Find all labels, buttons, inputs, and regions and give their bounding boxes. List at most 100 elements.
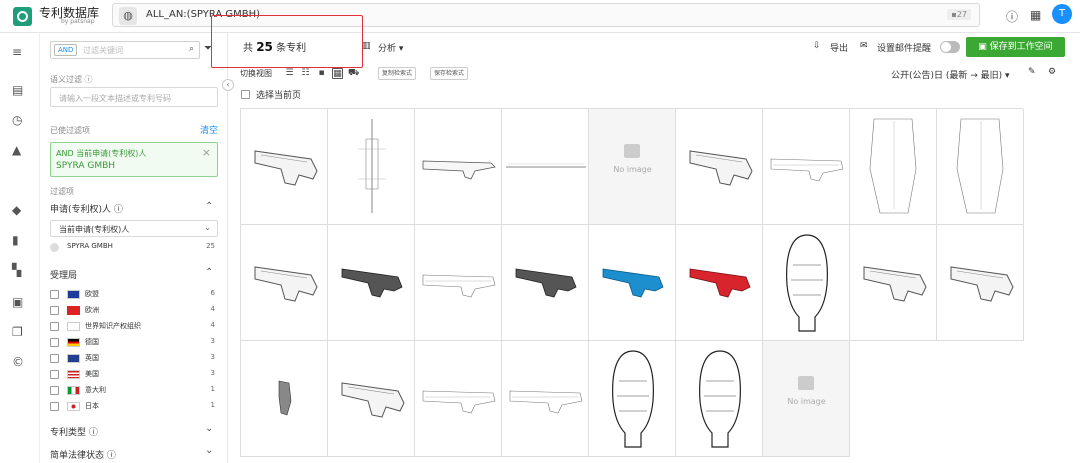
- list-item[interactable]: 意大利 1: [50, 384, 218, 398]
- patent-thumbnail[interactable]: [589, 341, 676, 457]
- checkbox[interactable]: [50, 354, 59, 363]
- save-query-button[interactable]: 保存检索式: [430, 67, 469, 80]
- search-icon[interactable]: ⌕: [189, 44, 194, 54]
- list-item[interactable]: 美国 3: [50, 368, 218, 382]
- clear-filters-link[interactable]: 清空: [200, 123, 218, 136]
- checkbox[interactable]: [50, 290, 59, 299]
- list-item[interactable]: SPYRA GMBH 25: [50, 241, 218, 255]
- patent-thumbnail[interactable]: [415, 109, 502, 225]
- patent-drawing-image: [689, 150, 753, 186]
- document-icon[interactable]: ▤: [12, 83, 23, 97]
- patent-thumbnail[interactable]: [850, 225, 937, 341]
- list-item[interactable]: 欧洲 4: [50, 304, 218, 318]
- close-icon[interactable]: ×: [202, 146, 211, 159]
- grid-view-icon[interactable]: ▦: [332, 68, 343, 79]
- save-to-workspace-button[interactable]: ▣ 保存到工作空间: [966, 37, 1065, 57]
- mountain-icon[interactable]: ▲: [12, 143, 21, 157]
- applicant-name: SPYRA GMBH: [67, 242, 113, 250]
- email-alert-toggle[interactable]: [940, 41, 960, 53]
- cart-icon[interactable]: ⛟: [348, 68, 359, 79]
- bar-chart-icon[interactable]: ▮: [12, 233, 19, 247]
- list-view-icon[interactable]: ☰: [284, 68, 295, 79]
- globe-icon[interactable]: ◍: [119, 7, 137, 25]
- chevron-up-icon[interactable]: ⌃: [205, 267, 213, 278]
- checkbox[interactable]: [50, 402, 59, 411]
- and-chip[interactable]: AND: [54, 44, 78, 56]
- menu-icon[interactable]: ≡: [12, 45, 22, 59]
- checkbox[interactable]: [50, 306, 59, 315]
- office-label: 欧洲: [85, 306, 99, 314]
- gear-icon[interactable]: ⚙: [1048, 67, 1056, 77]
- select-page-checkbox[interactable]: [241, 90, 250, 99]
- image-upload-icon[interactable]: ▣: [12, 295, 23, 309]
- patent-drawing-image: [358, 119, 386, 213]
- checkbox[interactable]: [50, 322, 59, 331]
- checkbox[interactable]: [50, 370, 59, 379]
- patent-thumbnail[interactable]: [415, 225, 502, 341]
- patent-thumbnail[interactable]: [763, 109, 850, 225]
- patent-drawing-image: [254, 150, 318, 186]
- patent-thumbnail[interactable]: [241, 109, 328, 225]
- checkbox[interactable]: [50, 243, 59, 252]
- applicant-section-title[interactable]: 申请(专利权)人 ⓘ: [50, 202, 123, 215]
- legal-status-section-title[interactable]: 简单法律状态 ⓘ: [50, 448, 116, 461]
- patent-thumbnail[interactable]: [415, 341, 502, 457]
- export-button[interactable]: 导出: [830, 41, 848, 54]
- chevron-up-icon[interactable]: ⌃: [205, 201, 213, 212]
- app-logo-icon[interactable]: [13, 7, 32, 26]
- patent-thumbnail[interactable]: [328, 341, 415, 457]
- copy-icon[interactable]: ❐: [12, 325, 23, 339]
- copyright-icon[interactable]: ©: [12, 355, 24, 369]
- pin-icon[interactable]: ✎: [1028, 67, 1036, 77]
- chevron-down-icon[interactable]: ⌄: [205, 445, 213, 456]
- copy-query-button[interactable]: 复制检索式: [378, 67, 417, 80]
- patent-thumbnail[interactable]: [589, 225, 676, 341]
- dashboard-icon[interactable]: ▚: [12, 263, 21, 277]
- analysis-menu[interactable]: 分析 ▾: [378, 41, 403, 54]
- list-item[interactable]: 世界知识产权组织 4: [50, 320, 218, 334]
- list-item[interactable]: 欧盟 6: [50, 288, 218, 302]
- patent-thumbnail[interactable]: [676, 109, 763, 225]
- analysis-icon[interactable]: ▥: [362, 41, 371, 51]
- patent-thumbnail[interactable]: [328, 225, 415, 341]
- patent-type-section-title[interactable]: 专利类型 ⓘ: [50, 425, 98, 438]
- sort-select[interactable]: 公开(公告)日 (最新 → 最旧) ▾: [891, 68, 1010, 81]
- patent-thumbnail[interactable]: [502, 225, 589, 341]
- collapse-sidebar-icon[interactable]: ‹: [222, 79, 234, 91]
- applicant-type-select[interactable]: 当前申请(专利权)人 ⌄: [50, 220, 218, 237]
- patent-thumbnail[interactable]: [763, 225, 850, 341]
- patent-drawing-image: [699, 350, 741, 448]
- clock-icon[interactable]: ◷: [12, 113, 22, 127]
- patent-thumbnail[interactable]: [676, 225, 763, 341]
- office-section-title[interactable]: 受理局: [50, 268, 77, 281]
- filter-sidebar: AND 过滤关键词 ⌕ ⏷ 语义过滤 ⓘ 请输入一段文本描述或专利号码 已使过滤…: [40, 33, 228, 463]
- list-item[interactable]: 英国 3: [50, 352, 218, 366]
- layers-icon[interactable]: ◆: [12, 203, 21, 217]
- checkbox[interactable]: [50, 386, 59, 395]
- patent-thumbnail[interactable]: No image: [589, 109, 676, 225]
- image-view-icon[interactable]: ▪: [316, 68, 327, 79]
- list-item[interactable]: 日本 1: [50, 400, 218, 414]
- list-item[interactable]: 德国 3: [50, 336, 218, 350]
- patent-thumbnail[interactable]: [502, 341, 589, 457]
- patent-thumbnail[interactable]: [241, 341, 328, 457]
- detail-view-icon[interactable]: ☷: [300, 68, 311, 79]
- patent-thumbnail[interactable]: [502, 109, 589, 225]
- patent-thumbnail[interactable]: [328, 109, 415, 225]
- patent-thumbnail[interactable]: [850, 109, 937, 225]
- email-alert-label[interactable]: 设置邮件提醒: [877, 41, 931, 54]
- checkbox[interactable]: [50, 338, 59, 347]
- apps-grid-icon[interactable]: ▦: [1030, 8, 1041, 22]
- avatar[interactable]: T: [1052, 4, 1072, 24]
- patent-thumbnail[interactable]: [241, 225, 328, 341]
- semantic-filter-input[interactable]: 请输入一段文本描述或专利号码: [50, 87, 218, 107]
- patent-thumbnail[interactable]: No image: [763, 341, 850, 457]
- patent-thumbnail[interactable]: [937, 225, 1024, 341]
- chevron-down-icon[interactable]: ⌄: [205, 423, 213, 434]
- help-icon[interactable]: ⓘ: [1006, 8, 1018, 25]
- patent-thumbnail[interactable]: [937, 109, 1024, 225]
- bell-icon[interactable]: ✉: [860, 41, 868, 51]
- filter-search-input[interactable]: AND 过滤关键词 ⌕: [50, 41, 200, 59]
- export-icon[interactable]: ⇩: [813, 41, 821, 51]
- patent-thumbnail[interactable]: [676, 341, 763, 457]
